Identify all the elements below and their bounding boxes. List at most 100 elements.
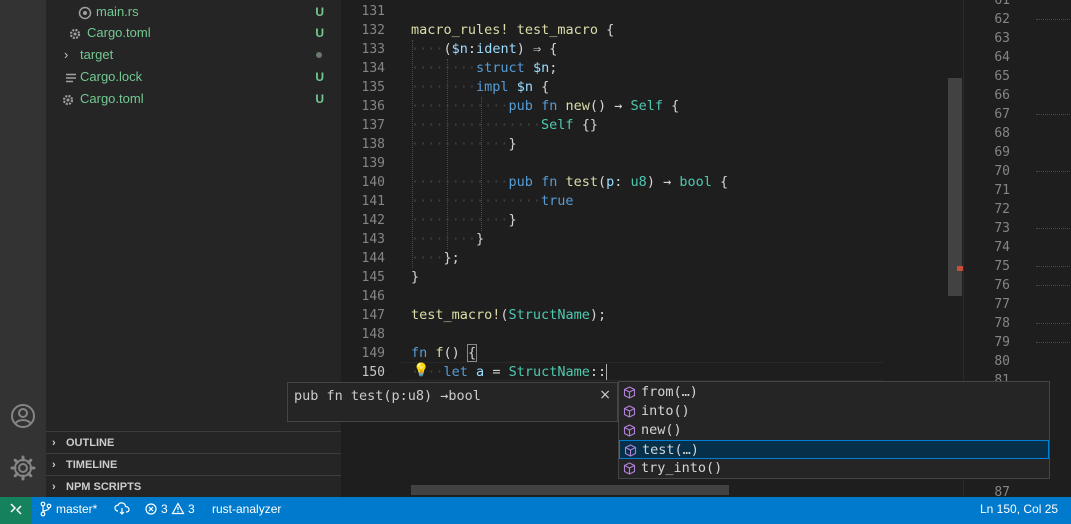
gear-icon	[68, 26, 82, 40]
code-line: ····};	[411, 250, 460, 266]
panel-npm-scripts[interactable]: › NPM SCRIPTS	[46, 475, 341, 497]
code-line: ····($n:ident) ⇒ {	[411, 41, 558, 57]
line-number: 77	[994, 297, 1010, 312]
warning-icon[interactable]	[171, 497, 185, 521]
line-number: 138	[361, 137, 385, 152]
activity-bar	[0, 0, 46, 497]
method-cube-icon	[623, 386, 636, 399]
code-line: ············}	[411, 136, 517, 152]
remote-indicator[interactable]	[0, 497, 32, 524]
chevron-right-icon: ›	[64, 47, 69, 62]
code-line: ············pub fn test(p: u8) → bool {	[411, 174, 729, 190]
settings-gear-icon[interactable]	[9, 454, 37, 482]
list-icon	[64, 70, 78, 84]
tree-item-cargo-toml-root[interactable]: Cargo.toml U	[46, 88, 341, 110]
code-line: test_macro!(StructName);	[411, 307, 607, 323]
code-line: ············}	[411, 212, 517, 228]
method-cube-icon	[623, 424, 636, 437]
git-status-badge: U	[315, 92, 324, 106]
tree-item-target-folder[interactable]: › target	[46, 44, 341, 66]
lightbulb-icon[interactable]: 💡	[413, 363, 429, 378]
git-status-badge: U	[315, 5, 324, 19]
code-line: fn f() {	[411, 344, 478, 362]
line-number: 61	[994, 0, 1010, 8]
sync-icon[interactable]	[114, 497, 130, 521]
chevron-right-icon: ›	[52, 481, 56, 493]
whitespace-dots	[1036, 114, 1071, 115]
tree-item-label: Cargo.toml	[80, 91, 144, 106]
line-number: 137	[361, 118, 385, 133]
line-number: 149	[361, 346, 385, 361]
suggestion-item[interactable]: try_into()	[619, 459, 1049, 478]
modified-dot	[316, 52, 322, 58]
cursor-position[interactable]: Ln 150, Col 25	[980, 497, 1058, 521]
line-number-current: 150	[361, 365, 385, 380]
whitespace-dots	[1036, 228, 1071, 229]
language-server-status[interactable]: rust-analyzer	[212, 497, 281, 521]
chevron-right-icon: ›	[52, 459, 56, 471]
code-line: ········struct $n;	[411, 60, 558, 76]
line-number: 71	[994, 183, 1010, 198]
vertical-scrollbar[interactable]	[948, 78, 962, 296]
tree-item-main-rs[interactable]: main.rs U	[46, 1, 341, 23]
whitespace-dots	[1036, 266, 1071, 267]
horizontal-scrollbar[interactable]	[411, 485, 729, 495]
method-cube-icon	[624, 444, 637, 457]
line-number: 79	[994, 335, 1010, 350]
line-number: 67	[994, 107, 1010, 122]
suggestion-item[interactable]: new()	[619, 421, 1049, 440]
method-cube-icon	[623, 462, 636, 475]
account-icon[interactable]	[9, 402, 37, 430]
line-number: 73	[994, 221, 1010, 236]
autocomplete-suggestions[interactable]: from(…) into() new() test(…) try_into()	[618, 381, 1050, 479]
method-cube-icon	[623, 405, 636, 418]
line-number: 134	[361, 61, 385, 76]
suggestion-item[interactable]: into()	[619, 402, 1049, 421]
suggestion-item[interactable]: from(…)	[619, 383, 1049, 402]
line-number: 64	[994, 50, 1010, 65]
error-icon[interactable]	[145, 497, 159, 521]
line-number: 75	[994, 259, 1010, 274]
branch-icon	[40, 497, 52, 521]
whitespace-dots	[1036, 285, 1071, 286]
line-number: 65	[994, 69, 1010, 84]
code-line: macro_rules! test_macro {	[411, 22, 615, 38]
tree-item-label: target	[80, 47, 114, 62]
line-number: 69	[994, 145, 1010, 160]
whitespace-dots	[1036, 323, 1071, 324]
line-number: 74	[994, 240, 1010, 255]
error-count[interactable]: 3	[161, 497, 168, 521]
line-number: 70	[994, 164, 1010, 179]
line-number: 131	[361, 4, 385, 19]
tree-item-label: Cargo.lock	[80, 69, 143, 84]
code-line: ················true	[411, 193, 574, 209]
line-number: 133	[361, 42, 385, 57]
rust-file-icon	[78, 5, 92, 20]
line-number: 135	[361, 80, 385, 95]
whitespace-dots	[1036, 342, 1071, 343]
line-number: 139	[361, 156, 385, 171]
line-number: 76	[994, 278, 1010, 293]
branch-name[interactable]: master*	[56, 497, 97, 521]
whitespace-dots	[1036, 19, 1071, 20]
code-line: }	[411, 269, 420, 285]
panel-timeline[interactable]: › TIMELINE	[46, 453, 341, 475]
panel-outline[interactable]: › OUTLINE	[46, 431, 341, 453]
tree-item-label: main.rs	[96, 4, 139, 19]
line-number: 136	[361, 99, 385, 114]
line-number: 140	[361, 175, 385, 190]
tree-item-cargo-lock[interactable]: Cargo.lock U	[46, 66, 341, 88]
line-number: 72	[994, 202, 1010, 217]
tree-item-label: Cargo.toml	[87, 25, 151, 40]
code-line: ············pub fn new() → Self {	[411, 98, 680, 114]
line-number: 146	[361, 289, 385, 304]
line-number: 144	[361, 251, 385, 266]
line-number: 132	[361, 23, 385, 38]
close-icon[interactable]: ×	[599, 387, 611, 403]
remote-icon	[10, 503, 22, 515]
warning-count[interactable]: 3	[188, 497, 195, 521]
suggestion-item-selected[interactable]: test(…)	[619, 440, 1049, 459]
tree-item-cargo-toml[interactable]: Cargo.toml U	[46, 22, 341, 44]
line-number: 145	[361, 270, 385, 285]
status-bar: master* 3 3 rust-analyzer Ln 150, Col 25	[0, 497, 1071, 524]
